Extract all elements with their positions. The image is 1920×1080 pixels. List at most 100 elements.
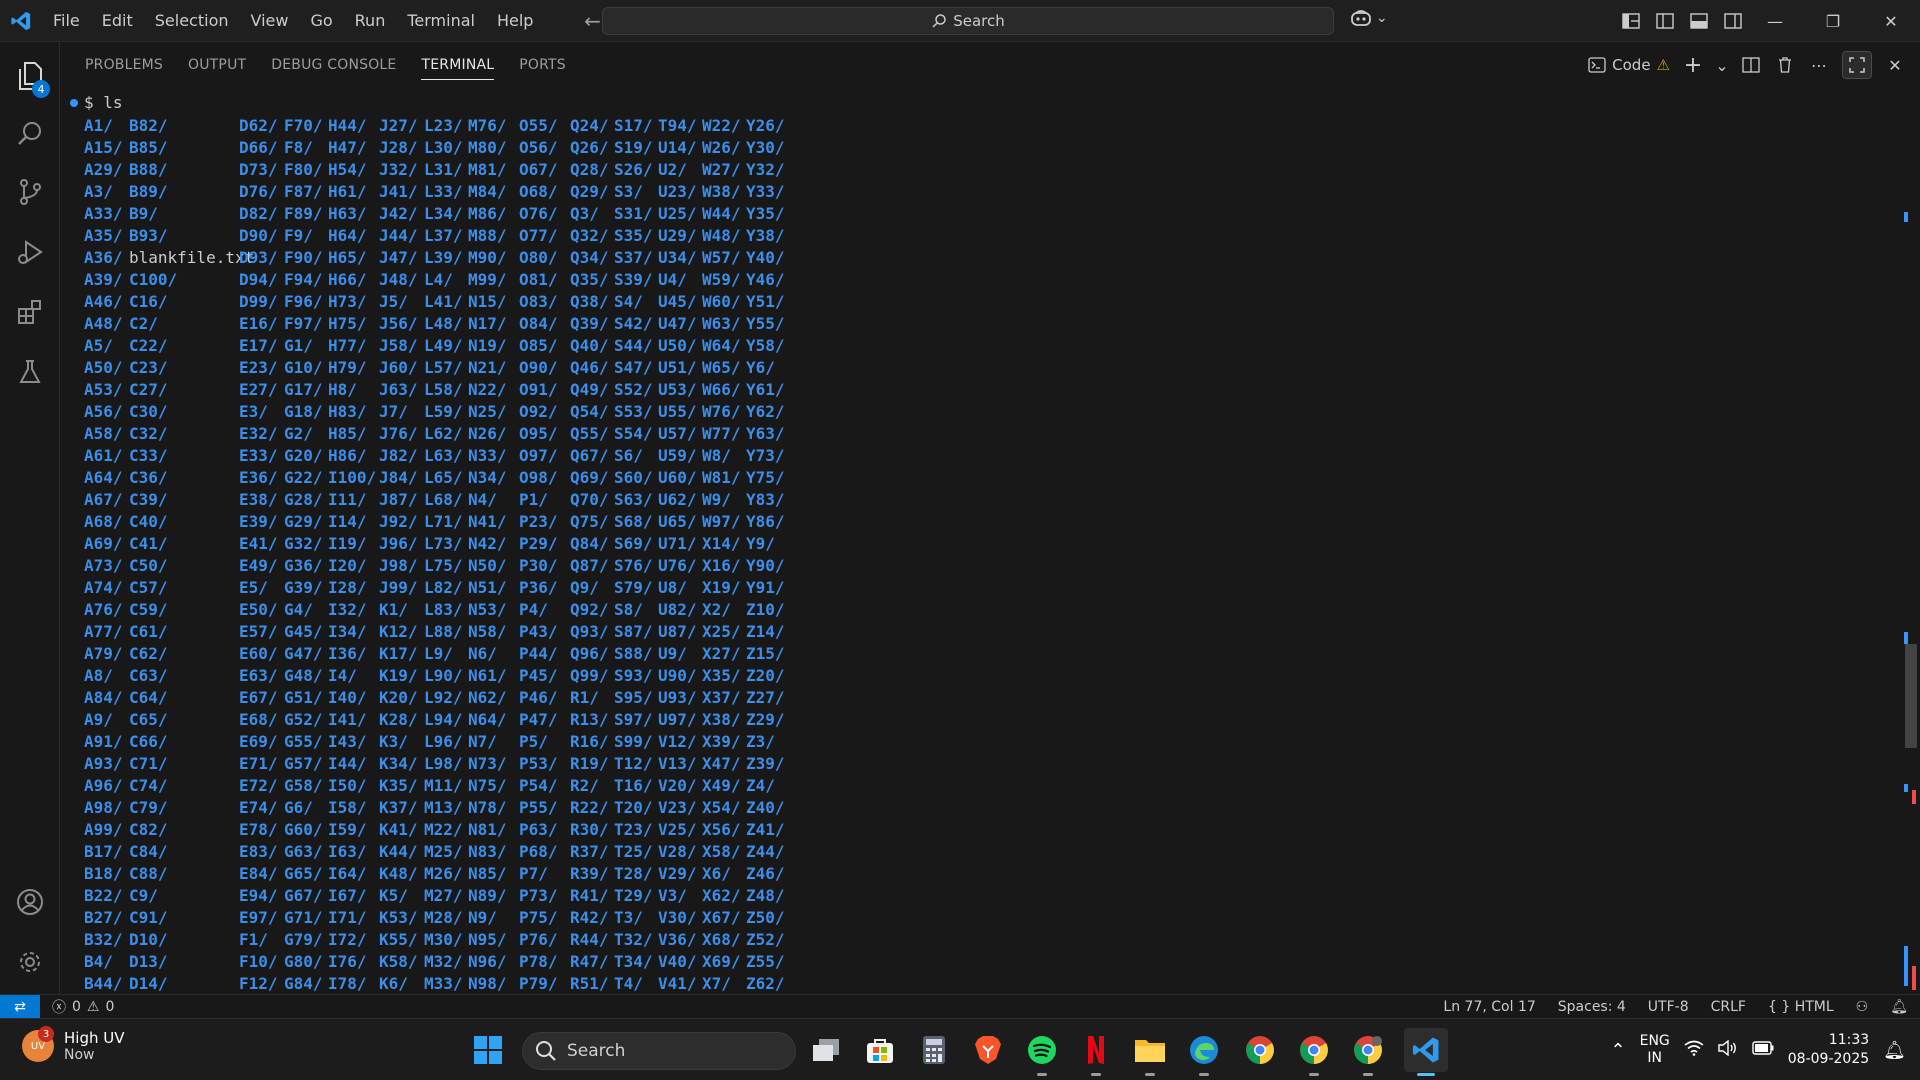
directory-entry[interactable]: S87/	[614, 621, 653, 643]
directory-entry[interactable]: R16/	[570, 731, 609, 753]
menu-item-terminal[interactable]: Terminal	[396, 0, 486, 42]
notification-center-bell-icon[interactable]: 🔔︎	[1883, 1040, 1906, 1061]
directory-entry[interactable]: Y51/	[746, 291, 785, 313]
more-actions-icon[interactable]: ⋯	[1808, 54, 1830, 76]
weather-widget[interactable]: UV 3 High UV Now	[22, 1026, 124, 1063]
end-of-line[interactable]: CRLF	[1711, 999, 1746, 1015]
directory-entry[interactable]: X67/	[702, 907, 741, 929]
directory-entry[interactable]: L41/	[424, 291, 463, 313]
directory-entry[interactable]: X69/	[702, 951, 741, 973]
directory-entry[interactable]: I4/	[328, 665, 376, 687]
directory-entry[interactable]: P76/	[519, 929, 558, 951]
directory-entry[interactable]: V13/	[658, 753, 697, 775]
directory-entry[interactable]: C84/	[129, 841, 254, 863]
directory-entry[interactable]: I36/	[328, 643, 376, 665]
directory-entry[interactable]: Y83/	[746, 489, 785, 511]
directory-entry[interactable]: W65/	[702, 357, 741, 379]
directory-entry[interactable]: M86/	[468, 203, 507, 225]
directory-entry[interactable]: A48/	[84, 313, 123, 335]
directory-entry[interactable]: S4/	[614, 291, 653, 313]
directory-entry[interactable]: M88/	[468, 225, 507, 247]
directory-entry[interactable]: M84/	[468, 181, 507, 203]
directory-entry[interactable]: N61/	[468, 665, 507, 687]
directory-entry[interactable]: A53/	[84, 379, 123, 401]
directory-entry[interactable]: W76/	[702, 401, 741, 423]
calculator-icon[interactable]	[914, 1030, 954, 1070]
chrome-icon[interactable]	[1240, 1030, 1280, 1070]
directory-entry[interactable]: R41/	[570, 885, 609, 907]
directory-entry[interactable]: X35/	[702, 665, 741, 687]
directory-entry[interactable]: L92/	[424, 687, 463, 709]
directory-entry[interactable]: G60/	[284, 819, 323, 841]
directory-entry[interactable]: M99/	[468, 269, 507, 291]
directory-entry[interactable]: E49/	[239, 555, 278, 577]
toggle-panel-icon[interactable]	[1688, 10, 1710, 32]
directory-entry[interactable]: Y32/	[746, 159, 785, 181]
directory-entry[interactable]: C62/	[129, 643, 254, 665]
directory-entry[interactable]: L73/	[424, 533, 463, 555]
directory-entry[interactable]: P79/	[519, 973, 558, 994]
directory-entry[interactable]: Q93/	[570, 621, 609, 643]
directory-entry[interactable]: F10/	[239, 951, 278, 973]
directory-entry[interactable]: S93/	[614, 665, 653, 687]
notifications-bell-icon[interactable]: 🔔︎	[1890, 999, 1908, 1015]
directory-entry[interactable]: E16/	[239, 313, 278, 335]
directory-entry[interactable]: M76/	[468, 115, 507, 137]
directory-entry[interactable]: S76/	[614, 555, 653, 577]
directory-entry[interactable]: Y61/	[746, 379, 785, 401]
directory-entry[interactable]: V40/	[658, 951, 697, 973]
directory-entry[interactable]: R22/	[570, 797, 609, 819]
directory-entry[interactable]: V30/	[658, 907, 697, 929]
directory-entry[interactable]: D13/	[129, 951, 254, 973]
directory-entry[interactable]: E72/	[239, 775, 278, 797]
directory-entry[interactable]: Y91/	[746, 577, 785, 599]
directory-entry[interactable]: N42/	[468, 533, 507, 555]
directory-entry[interactable]: A91/	[84, 731, 123, 753]
directory-entry[interactable]: O84/	[519, 313, 558, 335]
directory-entry[interactable]: A15/	[84, 137, 123, 159]
directory-entry[interactable]: N53/	[468, 599, 507, 621]
directory-entry[interactable]: P47/	[519, 709, 558, 731]
directory-entry[interactable]: S69/	[614, 533, 653, 555]
minimize-icon[interactable]: —	[1746, 0, 1804, 42]
directory-entry[interactable]: C30/	[129, 401, 254, 423]
directory-entry[interactable]: C100/	[129, 269, 254, 291]
directory-entry[interactable]: Y6/	[746, 357, 785, 379]
directory-entry[interactable]: K5/	[379, 885, 418, 907]
directory-entry[interactable]: K58/	[379, 951, 418, 973]
directory-entry[interactable]: D73/	[239, 159, 278, 181]
directory-entry[interactable]: J7/	[379, 401, 418, 423]
menu-item-run[interactable]: Run	[344, 0, 397, 42]
remote-indicator-icon[interactable]: ⇄	[0, 994, 40, 1019]
directory-entry[interactable]: B27/	[84, 907, 123, 929]
directory-entry[interactable]: U97/	[658, 709, 697, 731]
directory-entry[interactable]: N95/	[468, 929, 507, 951]
directory-entry[interactable]: B85/	[129, 137, 254, 159]
command-decoration-icon[interactable]	[70, 98, 78, 107]
directory-entry[interactable]: A79/	[84, 643, 123, 665]
directory-entry[interactable]: N19/	[468, 335, 507, 357]
directory-entry[interactable]: D10/	[129, 929, 254, 951]
directory-entry[interactable]: H44/	[328, 115, 376, 137]
directory-entry[interactable]: H75/	[328, 313, 376, 335]
directory-entry[interactable]: I67/	[328, 885, 376, 907]
directory-entry[interactable]: C41/	[129, 533, 254, 555]
directory-entry[interactable]: Y33/	[746, 181, 785, 203]
directory-entry[interactable]: S35/	[614, 225, 653, 247]
directory-entry[interactable]: A64/	[84, 467, 123, 489]
directory-entry[interactable]: G29/	[284, 511, 323, 533]
directory-entry[interactable]: W57/	[702, 247, 741, 269]
directory-entry[interactable]: E84/	[239, 863, 278, 885]
directory-entry[interactable]: L94/	[424, 709, 463, 731]
directory-entry[interactable]: L49/	[424, 335, 463, 357]
directory-entry[interactable]: R13/	[570, 709, 609, 731]
directory-entry[interactable]: S95/	[614, 687, 653, 709]
directory-entry[interactable]: Q3/	[570, 203, 609, 225]
directory-entry[interactable]: N41/	[468, 511, 507, 533]
command-center-search[interactable]: Search	[602, 7, 1334, 35]
directory-entry[interactable]: Z40/	[746, 797, 785, 819]
directory-entry[interactable]: W9/	[702, 489, 741, 511]
directory-entry[interactable]: I71/	[328, 907, 376, 929]
directory-entry[interactable]: Z44/	[746, 841, 785, 863]
directory-entry[interactable]: N25/	[468, 401, 507, 423]
